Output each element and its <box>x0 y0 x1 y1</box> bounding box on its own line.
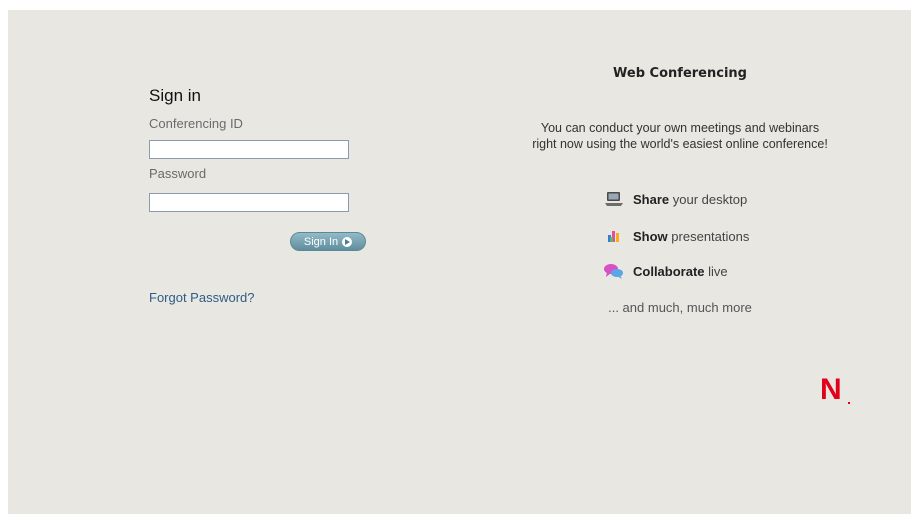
feature-share-text: your desktop <box>672 191 748 207</box>
arrow-right-icon <box>342 236 353 247</box>
feature-show-bold: Show <box>633 228 668 244</box>
feature-collaborate-text: live <box>708 263 728 279</box>
monitor-icon <box>603 190 625 208</box>
signin-button-label: Sign In <box>303 235 339 248</box>
forgot-password-link[interactable]: Forgot Password? <box>149 290 255 305</box>
password-input[interactable] <box>149 193 349 212</box>
password-label: Password <box>149 166 207 181</box>
feature-show: Show presentations <box>603 227 749 245</box>
conferencing-id-input[interactable] <box>149 140 349 159</box>
feature-show-text: presentations <box>671 228 750 244</box>
novell-logo: N <box>820 373 842 406</box>
promo-title: Web Conferencing <box>613 66 747 81</box>
feature-share: Share your desktop <box>603 190 747 208</box>
signin-title: Sign in <box>149 86 201 105</box>
chat-bubbles-icon <box>603 262 625 280</box>
feature-collaborate: Collaborate live <box>603 262 728 280</box>
signin-panel <box>8 10 911 514</box>
feature-share-bold: Share <box>633 191 670 207</box>
signin-button[interactable]: Sign In <box>290 232 366 251</box>
presentation-icon <box>603 227 625 245</box>
conferencing-id-label: Conferencing ID <box>149 116 243 131</box>
more-text: ... and much, much more <box>608 300 752 315</box>
promo-description: You can conduct your own meetings and we… <box>532 121 828 151</box>
feature-collaborate-bold: Collaborate <box>633 263 705 279</box>
logo-dot <box>848 402 850 404</box>
